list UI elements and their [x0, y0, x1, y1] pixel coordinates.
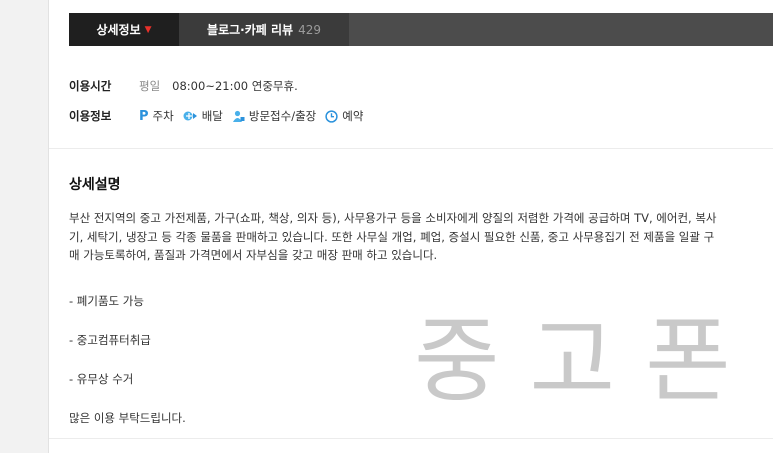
hours-label: 이용시간	[69, 79, 112, 93]
feature-delivery-label: 배달	[201, 109, 223, 123]
tab-detail-info[interactable]: 상세정보 ▼	[69, 13, 179, 46]
features-row: 이용정보 P 주차 배달 방문접수/출장 예약	[69, 108, 372, 124]
feature-reservation: 예약	[325, 108, 363, 124]
feature-visit-label: 방문접수/출장	[248, 109, 317, 123]
hours-day: 평일	[139, 79, 161, 93]
hours-row: 이용시간 평일 08:00~21:00 연중무휴.	[69, 78, 298, 94]
watermark: 중고폰	[414, 307, 761, 415]
section-title: 상세설명	[69, 177, 121, 193]
tab-bar: 상세정보 ▼ 블로그·카페 리뷰 429	[69, 13, 773, 46]
features-label: 이용정보	[69, 109, 112, 123]
tab-blog-review[interactable]: 블로그·카페 리뷰 429	[179, 13, 349, 46]
tab-detail-label: 상세정보	[96, 23, 141, 37]
description-text: 부산 전지역의 중고 가전제품, 가구(쇼파, 책상, 의자 등), 사무용가구…	[69, 211, 717, 262]
clock-icon	[325, 109, 338, 123]
place-detail-panel: 상세정보 ▼ 블로그·카페 리뷰 429 이용시간 평일 08:00~21:00…	[48, 0, 773, 453]
tab-review-label: 블로그·카페 리뷰	[207, 23, 294, 37]
bullet-item: - 유무상 수거	[69, 372, 134, 386]
hours-value: 08:00~21:00 연중무휴.	[172, 79, 298, 93]
feature-visit: 방문접수/출장	[232, 108, 316, 124]
caret-down-icon: ▼	[144, 24, 152, 35]
parking-icon: P	[139, 108, 149, 124]
delivery-icon	[183, 110, 198, 122]
visit-icon	[232, 110, 245, 123]
divider	[49, 438, 773, 439]
feature-reservation-label: 예약	[342, 109, 364, 123]
feature-parking: P 주차	[139, 108, 174, 124]
feature-parking-label: 주차	[152, 109, 174, 123]
divider	[49, 148, 773, 149]
review-count: 429	[298, 22, 321, 37]
closing-text: 많은 이용 부탁드립니다.	[69, 411, 186, 425]
feature-delivery: 배달	[183, 108, 223, 124]
bullet-item: - 폐기품도 가능	[69, 294, 144, 308]
bullet-item: - 중고컴퓨터취급	[69, 333, 151, 347]
